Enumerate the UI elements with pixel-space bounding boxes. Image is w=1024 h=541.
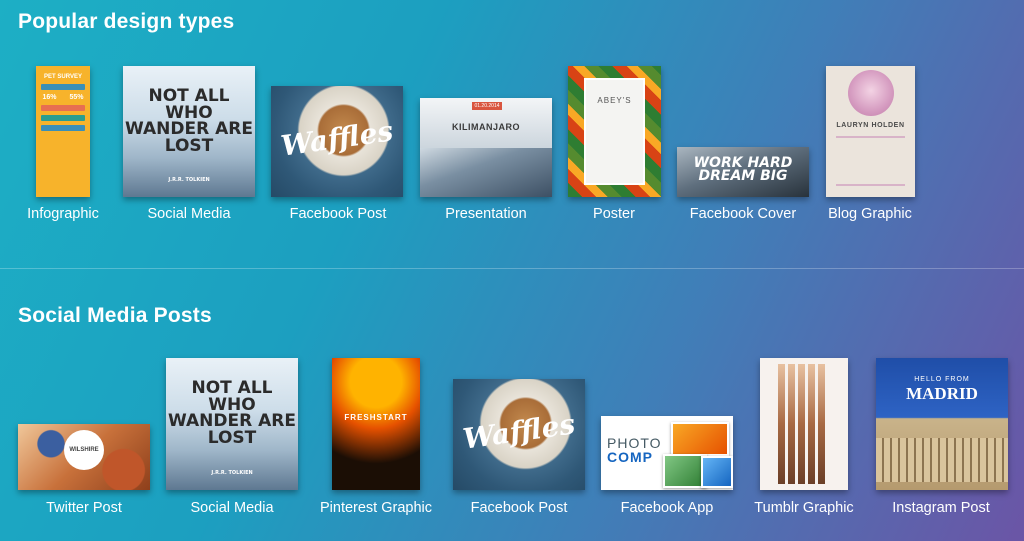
thumb-photo <box>671 422 729 456</box>
tile-label[interactable]: Facebook App <box>621 500 714 516</box>
thumb-subtext: J.R.R. TOLKIEN <box>168 177 210 183</box>
thumb-photo <box>701 456 733 488</box>
tile-label[interactable]: Instagram Post <box>892 500 990 516</box>
tile-label[interactable]: Infographic <box>27 206 99 222</box>
section-title-popular: Popular design types <box>18 10 235 33</box>
thumb-divider <box>836 184 905 186</box>
thumb-text-a: HELLO FROM <box>914 376 970 383</box>
tile-label[interactable]: Facebook Post <box>290 206 387 222</box>
tile-label[interactable]: Social Media <box>147 206 230 222</box>
tile-label[interactable]: Presentation <box>445 206 526 222</box>
section-divider <box>0 268 1024 269</box>
instagram-post-thumbnail[interactable]: HELLO FROM MADRID <box>876 358 1008 490</box>
poster-thumbnail[interactable]: ABEY'S <box>568 66 661 197</box>
thumb-text: WILSHIRE <box>64 430 104 470</box>
tile-label[interactable]: Blog Graphic <box>828 206 912 222</box>
thumb-strip <box>778 364 785 484</box>
thumb-bar <box>41 105 85 111</box>
thumb-text-b: MADRID <box>906 384 978 403</box>
twitter-post-thumbnail[interactable]: WILSHIRE <box>18 424 150 490</box>
thumb-bar <box>41 115 85 121</box>
stat-value: 55% <box>69 94 84 101</box>
thumb-text: Waffles <box>460 407 578 456</box>
thumb-text-b: COMP <box>607 449 653 465</box>
thumb-text: FRESHSTART <box>344 413 408 422</box>
thumb-strip <box>818 364 825 484</box>
thumb-text: PET SURVEY <box>44 74 82 80</box>
thumb-text: NOT ALL WHO WANDER ARE LOST <box>125 86 253 156</box>
facebook-cover-thumbnail[interactable]: WORK HARD DREAM BIG <box>677 147 809 197</box>
thumb-text: WORK HARD DREAM BIG <box>693 155 793 185</box>
tile-label[interactable]: Twitter Post <box>46 500 122 516</box>
facebook-post-thumbnail[interactable]: Waffles <box>453 379 585 490</box>
tile-label[interactable]: Facebook Post <box>471 500 568 516</box>
thumb-strip <box>798 364 805 484</box>
thumb-text: KILIMANJARO <box>452 122 520 132</box>
poster-card: ABEY'S <box>586 80 643 183</box>
tumblr-graphic-thumbnail[interactable] <box>760 358 848 490</box>
presentation-thumbnail[interactable]: 01.20.2014 KILIMANJARO <box>420 98 552 197</box>
social-media-thumbnail[interactable]: NOT ALL WHO WANDER ARE LOST J.R.R. TOLKI… <box>166 358 298 490</box>
thumb-stats: 16% 55% <box>36 94 90 101</box>
thumb-building <box>876 438 1008 482</box>
stat-value: 16% <box>42 94 57 101</box>
thumb-text: NOT ALL WHO WANDER ARE LOST <box>168 378 296 448</box>
thumb-divider <box>836 136 905 138</box>
thumb-strip <box>808 364 815 484</box>
thumb-subtext: J.R.R. TOLKIEN <box>211 470 253 476</box>
tile-label[interactable]: Pinterest Graphic <box>320 500 432 516</box>
social-media-thumbnail[interactable]: NOT ALL WHO WANDER ARE LOST J.R.R. TOLKI… <box>123 66 255 197</box>
avatar <box>848 70 894 116</box>
thumb-text: ABEY'S <box>597 96 632 105</box>
thumb-bar <box>41 84 85 90</box>
thumb-text: PHOTO COMP <box>607 436 662 464</box>
blog-graphic-thumbnail[interactable]: LAURYN HOLDEN <box>826 66 915 197</box>
thumb-text: Waffles <box>278 114 396 163</box>
thumb-bar <box>41 125 85 131</box>
tile-label[interactable]: Social Media <box>190 500 273 516</box>
pinterest-graphic-thumbnail[interactable]: FRESHSTART <box>332 358 420 490</box>
section-title-social-media-posts: Social Media Posts <box>18 304 212 327</box>
facebook-post-thumbnail[interactable]: Waffles <box>271 86 403 197</box>
thumb-mountain <box>420 147 552 197</box>
thumb-strip <box>788 364 795 484</box>
thumb-tag: 01.20.2014 <box>472 102 502 110</box>
facebook-app-thumbnail[interactable]: PHOTO COMP <box>601 416 733 490</box>
thumb-text: LAURYN HOLDEN <box>836 122 905 129</box>
tile-label[interactable]: Tumblr Graphic <box>754 500 853 516</box>
tile-label[interactable]: Poster <box>593 206 635 222</box>
infographic-thumbnail[interactable]: PET SURVEY 16% 55% <box>36 66 90 197</box>
tile-label[interactable]: Facebook Cover <box>690 206 796 222</box>
